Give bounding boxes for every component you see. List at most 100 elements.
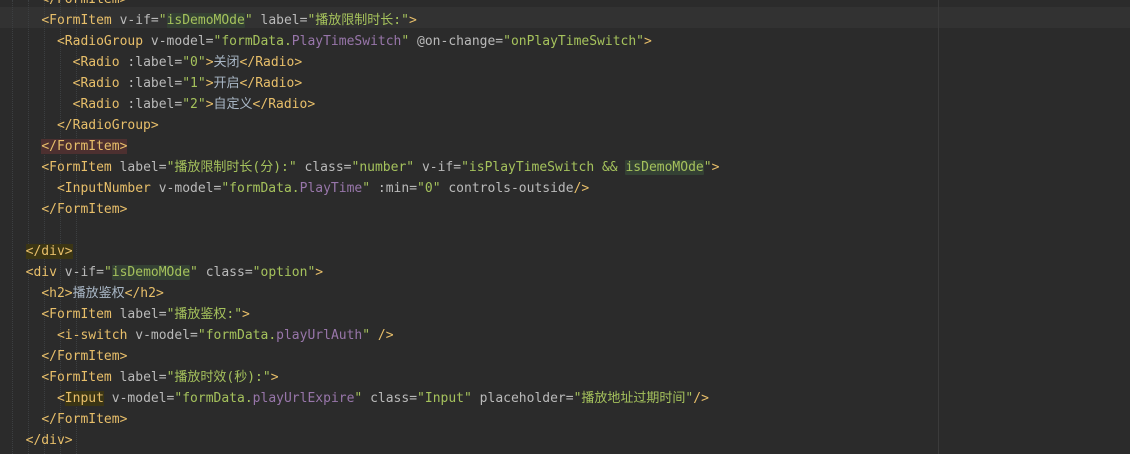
code-token: </div> (25, 244, 73, 259)
code-token: 自定义 (213, 97, 253, 112)
code-token: label= (111, 370, 167, 385)
code-line[interactable]: </RadioGroup> (10, 115, 159, 136)
code-token: v-if= (414, 160, 462, 175)
code-token: "播放限制时长:" (307, 13, 409, 28)
code-token: </Radio> (239, 76, 303, 91)
code-token: <div (25, 265, 57, 280)
code-line[interactable]: <FormItem label="播放鉴权:"> (10, 304, 250, 325)
code-token: PlayTimeSwitch (291, 34, 402, 49)
code-token: <Radio (72, 97, 120, 112)
code-token: </div> (25, 433, 73, 448)
code-token: label= (252, 13, 308, 28)
code-token: @on-change= (409, 34, 504, 49)
code-token: 关闭 (213, 55, 240, 70)
code-token: "播放地址过期时间" (573, 391, 694, 406)
code-line[interactable]: <FormItem v-if="isDemoMOde" label="播放限制时… (10, 10, 417, 31)
code-token: </FormItem> (41, 412, 128, 427)
code-line[interactable]: <Radio :label="0">关闭</Radio> (10, 52, 303, 73)
code-line[interactable]: </div> (10, 241, 73, 262)
code-line[interactable]: </FormItem> (10, 199, 127, 220)
code-token: " (703, 160, 712, 175)
code-line[interactable]: </FormItem> (10, 0, 127, 10)
code-editor[interactable]: </FormItem> <FormItem v-if="isDemoMOde" … (0, 0, 1130, 454)
code-token: <RadioGroup (56, 34, 144, 49)
code-line[interactable]: </FormItem> (10, 346, 127, 367)
code-token: </FormItem> (41, 349, 128, 364)
code-token: placeholder= (471, 391, 574, 406)
code-token: /> (573, 181, 590, 196)
code-token: playUrlAuth (276, 328, 363, 343)
code-line[interactable]: <FormItem label="播放时效(秒):"> (10, 367, 279, 388)
code-token: <FormItem (41, 160, 112, 175)
code-line[interactable]: <Radio :label="2">自定义</Radio> (10, 94, 316, 115)
code-token: " (244, 13, 253, 28)
code-token: :min= (370, 181, 418, 196)
code-token: " (362, 328, 371, 343)
code-token: v-model= (150, 181, 222, 196)
code-line[interactable]: <FormItem label="播放限制时长(分):" class="numb… (10, 157, 719, 178)
code-token: " (190, 265, 198, 280)
code-token: /> (693, 391, 709, 406)
code-token: v-model= (143, 34, 214, 49)
code-token: > (270, 370, 279, 385)
code-token: "播放时效(秒):" (166, 370, 271, 385)
code-token: " (362, 181, 371, 196)
code-line[interactable]: <RadioGroup v-model="formData.PlayTimeSw… (10, 31, 652, 52)
code-token: <InputNumber (56, 181, 151, 196)
code-token: <h2> (41, 286, 73, 301)
code-token: formData. (182, 391, 253, 406)
code-token: "isPlayTimeSwitch && (461, 160, 626, 175)
code-token: class= (362, 391, 418, 406)
code-token: <Radio (72, 76, 120, 91)
code-token: > (408, 13, 417, 28)
code-token: v-if= (111, 13, 159, 28)
code-token: </FormItem> (10, 0, 127, 7)
code-token: " (221, 181, 230, 196)
code-line[interactable]: <div v-if="isDemoMOde" class="option"> (10, 262, 323, 283)
code-line[interactable]: </div> (10, 430, 73, 451)
code-token: <FormItem (41, 370, 112, 385)
code-token: </RadioGroup> (56, 118, 159, 133)
code-token: </Radio> (239, 55, 303, 70)
code-token: playUrlExpire (252, 391, 355, 406)
code-token: "2" (182, 97, 206, 112)
code-token: 开启 (213, 76, 240, 91)
code-line[interactable]: <Input v-model="formData.playUrlExpire" … (10, 388, 709, 409)
code-token: <Radio (72, 55, 120, 70)
code-token: > (205, 55, 214, 70)
code-token: formData. (229, 181, 300, 196)
code-token: "onPlayTimeSwitch" (503, 34, 645, 49)
code-line[interactable]: <InputNumber v-model="formData.PlayTime"… (10, 178, 589, 199)
code-token: " (103, 265, 112, 280)
code-token: <i-switch (56, 328, 128, 343)
code-token: "number" (351, 160, 415, 175)
code-line[interactable]: <Radio :label="1">开启</Radio> (10, 73, 303, 94)
code-token: <FormItem (41, 307, 112, 322)
code-token: <FormItem (41, 13, 112, 28)
code-token: > (315, 265, 324, 280)
code-token: label= (111, 160, 167, 175)
code-token: "0" (182, 55, 206, 70)
code-line[interactable]: </FormItem> (10, 136, 128, 157)
code-token: formData. (205, 328, 277, 343)
code-line[interactable]: <h2>播放鉴权</h2> (10, 283, 164, 304)
code-token: </h2> (124, 286, 164, 301)
code-token: :label= (119, 76, 183, 91)
code-line[interactable]: <i-switch v-model="formData.playUrlAuth"… (10, 325, 394, 346)
code-line[interactable]: </FormItem> (10, 409, 127, 430)
